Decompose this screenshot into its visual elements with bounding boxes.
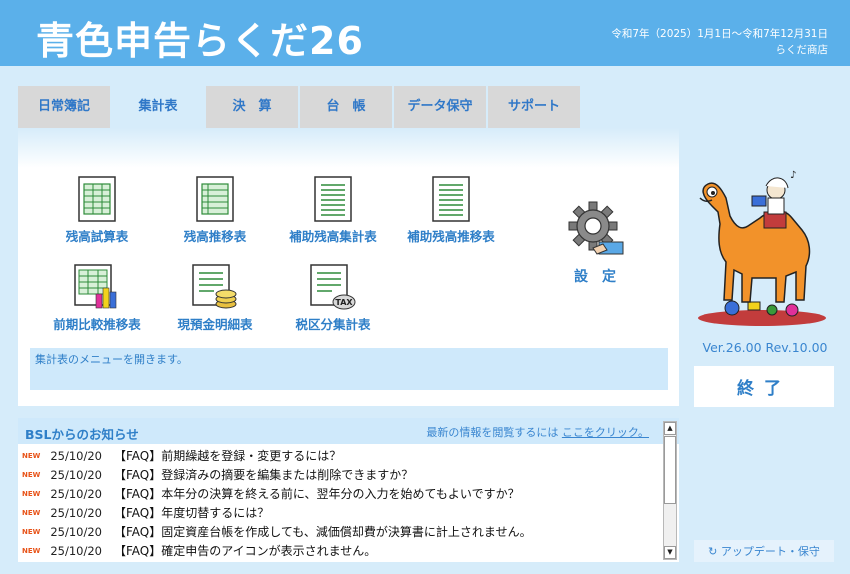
tax-badge-text: TAX (335, 298, 353, 307)
menu-sub-balance-trend[interactable]: 補助残高推移表 (396, 176, 506, 245)
menu-balance-trend[interactable]: 残高推移表 (160, 176, 270, 245)
menu-label: 残高推移表 (183, 229, 247, 244)
new-badge: NEW (22, 527, 41, 536)
news-text: 【FAQ】登録済みの摘要を編集または削除できますか？ (114, 468, 414, 482)
menu-tax-category-summary[interactable]: TAX 税区分集計表 (278, 264, 388, 333)
news-link-wrapper: 最新の情報を閲覧するには ここをクリック。 (426, 424, 649, 440)
tab-support[interactable]: サポート (488, 86, 580, 128)
new-badge: NEW (22, 546, 41, 555)
news-link-prefix: 最新の情報を閲覧するには (426, 426, 559, 439)
menu-label: 補助残高集計表 (289, 229, 377, 244)
news-latest-link[interactable]: ここをクリック。 (562, 426, 649, 439)
new-badge: NEW (22, 451, 41, 460)
menu-sub-balance-summary[interactable]: 補助残高集計表 (278, 176, 388, 245)
company-name: らくだ商店 (775, 44, 829, 56)
menu-label: 現預金明細表 (177, 317, 253, 332)
update-maintenance-button[interactable]: ↻ アップデート・保守 (694, 540, 834, 562)
menu-label: 税区分集計表 (295, 317, 371, 332)
menu-label: 前期比較推移表 (53, 317, 141, 332)
status-message: 集計表のメニューを開きます。 (30, 348, 668, 390)
news-date: 25/10/20 (50, 467, 102, 482)
fiscal-period: 令和7年（2025）1月1日〜令和7年12月31日 らくだ商店 (611, 26, 828, 58)
news-scrollbar[interactable]: ▲ ▼ (663, 421, 677, 560)
menu-label: 補助残高推移表 (407, 229, 495, 244)
menu-label: 残高試算表 (65, 229, 129, 244)
scroll-down-arrow-icon[interactable]: ▼ (664, 546, 676, 559)
menu-cash-deposit-detail[interactable]: 現預金明細表 (160, 264, 270, 333)
news-date: 25/10/20 (50, 543, 102, 558)
new-badge: NEW (22, 470, 41, 479)
new-badge: NEW (22, 508, 41, 517)
menu-settings[interactable]: 設 定 (540, 198, 650, 286)
app-header: 青色申告らくだ26 令和7年（2025）1月1日〜令和7年12月31日 らくだ商… (0, 0, 850, 66)
camel-mascot-icon: ♪ (698, 170, 826, 326)
news-text: 【FAQ】確定申告のアイコンが表示されません。 (114, 544, 377, 558)
tax-icon: TAX (310, 264, 356, 310)
news-text: 【FAQ】前期繰越を登録・変更するには？ (114, 449, 342, 463)
news-text: 【FAQ】固定資産台帳を作成しても、減価償却費が決算書に計上されません。 (114, 525, 532, 539)
main-tabs: 日常簿記 集計表 決 算 台 帳 データ保守 サポート (18, 86, 582, 128)
tab-daily-bookkeeping[interactable]: 日常簿記 (18, 86, 110, 128)
tab-ledger[interactable]: 台 帳 (300, 86, 392, 128)
app-logo: 青色申告らくだ26 (36, 19, 364, 63)
gear-icon (568, 201, 624, 255)
ledger-sheet-icon (78, 176, 116, 222)
version-label: Ver.26.00 Rev.10.00 (702, 340, 828, 355)
scroll-up-arrow-icon[interactable]: ▲ (664, 422, 676, 435)
news-date: 25/10/20 (50, 486, 102, 501)
summary-menu-panel: 残高試算表 残高推移表 補助残高集計表 補助残高推移表 設 定 前期比較推移表 … (18, 128, 679, 406)
tab-settlement[interactable]: 決 算 (206, 86, 298, 128)
chart-sheet-icon (74, 264, 117, 309)
new-badge: NEW (22, 489, 41, 498)
news-date: 25/10/20 (50, 524, 102, 539)
tab-summary[interactable]: 集計表 (112, 86, 204, 128)
news-panel: BSLからのお知らせ 最新の情報を閲覧するには ここをクリック。 NEW 25/… (18, 418, 679, 562)
menu-trial-balance[interactable]: 残高試算表 (42, 176, 152, 245)
ledger-sheet-icon (314, 176, 352, 222)
news-header: BSLからのお知らせ 最新の情報を閲覧するには ここをクリック。 (18, 418, 679, 444)
news-item[interactable]: NEW 25/10/20 【FAQ】前期繰越を登録・変更するには？ (18, 446, 663, 465)
news-title: BSLからのお知らせ (25, 427, 139, 442)
news-text: 【FAQ】本年分の決算を終える前に、翌年分の入力を始めてもよいですか？ (114, 487, 520, 501)
news-item[interactable]: NEW 25/10/20 【FAQ】確定申告のアイコンが表示されません。 (18, 541, 663, 560)
news-text: 【FAQ】年度切替するには？ (114, 506, 270, 520)
exit-button[interactable]: 終了 (694, 366, 834, 407)
news-item[interactable]: NEW 25/10/20 【FAQ】固定資産台帳を作成しても、減価償却費が決算書… (18, 522, 663, 541)
news-item[interactable]: NEW 25/10/20 【FAQ】年度切替するには？ (18, 503, 663, 522)
svg-text:♪: ♪ (790, 170, 796, 181)
news-item[interactable]: NEW 25/10/20 【FAQ】登録済みの摘要を編集または削除できますか？ (18, 465, 663, 484)
news-date: 25/10/20 (50, 448, 102, 463)
ledger-sheet-icon (196, 176, 234, 222)
news-date: 25/10/20 (50, 505, 102, 520)
news-list: NEW 25/10/20 【FAQ】前期繰越を登録・変更するには？ NEW 25… (18, 446, 663, 560)
menu-label: 設 定 (574, 269, 616, 285)
tab-data-maintenance[interactable]: データ保守 (394, 86, 486, 128)
coins-icon (192, 264, 237, 309)
news-item[interactable]: NEW 25/10/20 【FAQ】本年分の決算を終える前に、翌年分の入力を始め… (18, 484, 663, 503)
period-text: 令和7年（2025）1月1日〜令和7年12月31日 (611, 28, 828, 40)
scroll-thumb[interactable] (664, 436, 676, 504)
menu-prior-comparison[interactable]: 前期比較推移表 (42, 264, 152, 333)
ledger-sheet-icon (432, 176, 470, 222)
